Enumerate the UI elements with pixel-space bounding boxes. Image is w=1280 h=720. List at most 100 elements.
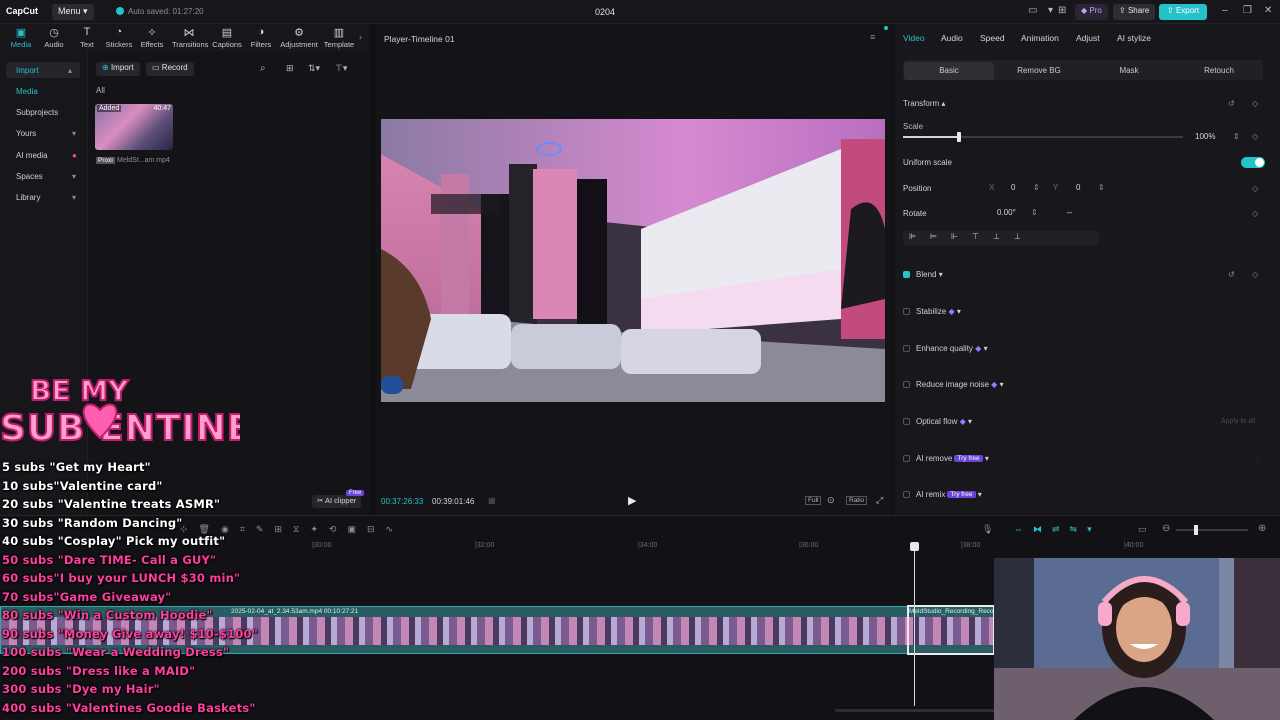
nav-item-subprojects[interactable]: Subprojects [16, 108, 58, 117]
search-icon[interactable]: ⌕ [260, 63, 266, 74]
keyframe-icon[interactable]: ◇ [1252, 209, 1258, 218]
optical-flow-checkbox[interactable] [903, 418, 910, 425]
ai-remove-checkbox[interactable] [903, 455, 910, 462]
media-clip-thumbnail[interactable]: Added 40:47 [95, 104, 173, 150]
blend-checkbox[interactable] [903, 271, 910, 278]
scale-value[interactable]: 100% [1195, 132, 1215, 141]
keyframe-icon[interactable]: ◇ [1252, 132, 1258, 141]
uniform-scale-toggle[interactable] [1241, 157, 1265, 168]
scale-slider[interactable] [903, 132, 1183, 142]
tab-adjust[interactable]: Adjust [1076, 33, 1100, 43]
reset-icon[interactable]: ↺ [1228, 99, 1235, 108]
fullscreen-icon[interactable]: ⤢ [876, 495, 883, 506]
nav-item-media[interactable]: Media [16, 87, 38, 96]
share-button[interactable]: ⇪ Share [1113, 4, 1156, 20]
close-icon[interactable]: ✕ [1264, 5, 1272, 16]
nav-item-yours[interactable]: Yours ▾ [16, 129, 76, 138]
snap-icon[interactable]: ⇋▾ [1070, 524, 1102, 534]
preview-axis-icon[interactable]: ⇌ [1052, 524, 1070, 534]
scale-slider-handle[interactable] [957, 132, 961, 142]
ai-remix-checkbox[interactable] [903, 491, 910, 498]
enhance-checkbox[interactable] [903, 345, 910, 352]
subtab-remove-bg[interactable]: Remove BG [994, 62, 1084, 80]
full-button[interactable]: Full [805, 496, 822, 505]
minimize-icon[interactable]: – [1222, 5, 1228, 16]
timeline-ruler[interactable]: |30:00 |32:00 |34:00 |36:00 |38:00 |40:0… [290, 542, 1280, 554]
rotate-icon[interactable]: ⟲ [329, 524, 348, 534]
pos-x-field[interactable]: 0 [1011, 183, 1015, 192]
filter-icon[interactable]: ⊤▾ [335, 63, 347, 74]
align-top-icon[interactable]: ⊤ [972, 232, 993, 241]
filter-all[interactable]: All [96, 86, 105, 95]
optical-flow-label[interactable]: Optical flow ◆ ▾ [916, 417, 972, 426]
tool-adjustment[interactable]: ⚙ Adjustment [280, 26, 318, 49]
subtab-basic[interactable]: Basic [904, 62, 994, 80]
tab-animation[interactable]: Animation [1021, 33, 1059, 43]
align-left-icon[interactable]: ⊫ [909, 232, 930, 241]
apply-all-button[interactable]: Apply to all [1221, 418, 1255, 425]
subtab-mask[interactable]: Mask [1084, 62, 1174, 80]
zoom-slider-handle[interactable] [1194, 525, 1198, 535]
layout-icon[interactable]: ▭ [1028, 5, 1037, 16]
timeline-scrollbar[interactable] [835, 709, 995, 712]
selected-clip[interactable] [907, 605, 995, 655]
ratio-button[interactable]: Ratio [846, 496, 868, 505]
enhance-label[interactable]: Enhance quality ◆ ▾ [916, 344, 988, 353]
player-menu-icon[interactable]: ≡ [870, 32, 875, 42]
record-button[interactable]: ▭ Record [146, 62, 194, 76]
rotate-field[interactable]: 0.00° [997, 208, 1016, 217]
magnet-icon[interactable]: ⧓ [1033, 524, 1052, 534]
timeline-view-icon[interactable]: ▦ [488, 496, 496, 505]
tool-effects[interactable]: ✧ Effects [135, 26, 169, 49]
rotate-dial-icon[interactable]: – [1067, 207, 1072, 217]
blend-label[interactable]: Blend ▾ [916, 270, 943, 279]
zoom-in-icon[interactable]: ⊕ [1258, 523, 1266, 534]
subtab-retouch[interactable]: Retouch [1174, 62, 1264, 80]
tab-audio[interactable]: Audio [941, 33, 963, 43]
scale-stepper-icon[interactable]: ⇕ [1233, 132, 1240, 141]
align-bottom-icon[interactable]: ⊥ [1014, 232, 1035, 241]
tool-captions[interactable]: ▤ Captions [210, 26, 244, 49]
zoom-out-icon[interactable]: ⊖ [1162, 523, 1170, 534]
tab-speed[interactable]: Speed [980, 33, 1005, 43]
tool-filters[interactable]: ◑ Filters [244, 26, 278, 49]
ai-remix-label[interactable]: AI remix Try free ▾ [916, 490, 982, 499]
shortcut-icon[interactable]: ⊞ [1058, 5, 1066, 16]
align-middle-icon[interactable]: ⊥ [993, 232, 1014, 241]
pos-y-stepper-icon[interactable]: ⇕ [1098, 183, 1105, 192]
play-icon[interactable]: ▶ [628, 494, 636, 507]
import-button[interactable]: ⊕ Import [96, 62, 140, 76]
keyframe-icon[interactable]: ◇ [1252, 270, 1258, 279]
caption-icon[interactable]: ⊟ [367, 524, 386, 534]
stabilize-checkbox[interactable] [903, 308, 910, 315]
reset-icon[interactable]: ↺ [1228, 270, 1235, 279]
tool-stickers[interactable]: ◔ Stickers [102, 26, 136, 49]
snapshot-icon[interactable]: ⊙ [827, 495, 835, 506]
nav-item-library[interactable]: Library ▾ [16, 193, 76, 202]
zoom-slider[interactable] [1176, 525, 1248, 535]
dropdown-icon[interactable]: ▾ [1048, 5, 1053, 16]
pos-y-field[interactable]: 0 [1076, 183, 1080, 192]
transform-section[interactable]: Transform ▴ [903, 99, 945, 108]
tool-text[interactable]: T Text [70, 26, 104, 49]
pos-x-stepper-icon[interactable]: ⇕ [1033, 183, 1040, 192]
tool-template[interactable]: ▥ Template [322, 26, 356, 49]
audio-wave-icon[interactable]: ∿ [386, 524, 405, 534]
mic-icon[interactable]: 🎙 [982, 524, 993, 535]
tab-ai-stylize[interactable]: AI stylize [1117, 33, 1151, 43]
subtitle-icon[interactable]: ▭ [1138, 524, 1147, 535]
tool-transitions[interactable]: ⋈ Transitions [172, 26, 208, 49]
stabilize-label[interactable]: Stabilize ◆ ▾ [916, 307, 961, 316]
link-icon[interactable]: ⇔ [1014, 524, 1033, 534]
menu-button[interactable]: Menu ▾ [52, 4, 94, 20]
grid-view-icon[interactable]: ⊞ [286, 63, 294, 74]
nav-item-spaces[interactable]: Spaces ▾ [16, 172, 76, 181]
align-right-icon[interactable]: ⊩ [951, 232, 972, 241]
pro-button[interactable]: ◆ Pro [1075, 4, 1108, 20]
toolbar-more-icon[interactable]: › [359, 32, 362, 42]
align-center-icon[interactable]: ⊨ [930, 232, 951, 241]
playhead[interactable] [910, 542, 919, 706]
keyframe-icon[interactable]: ◇ [1252, 184, 1258, 193]
tool-media[interactable]: ▣ Media [4, 26, 38, 49]
tool-audio[interactable]: ◷ Audio [37, 26, 71, 49]
